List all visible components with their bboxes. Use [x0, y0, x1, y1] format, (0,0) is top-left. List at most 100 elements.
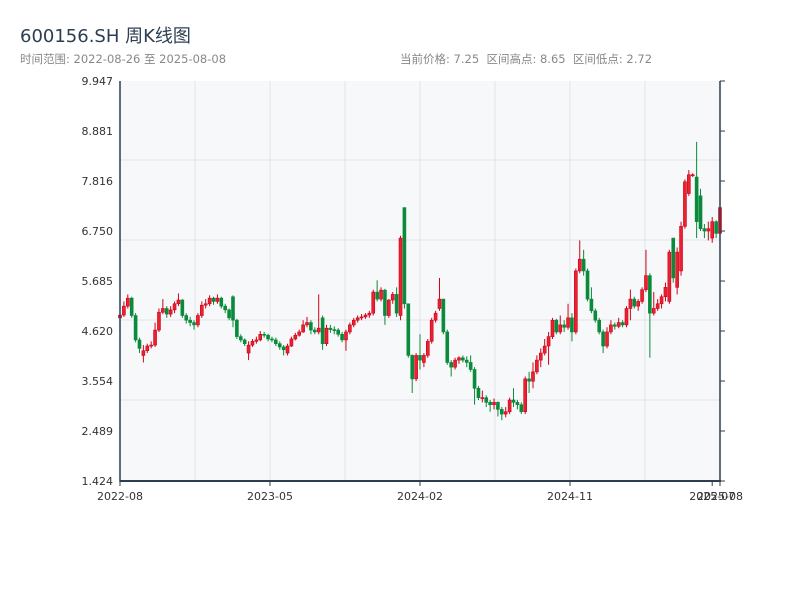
- candle-body: [503, 411, 508, 415]
- candle-body: [425, 341, 430, 356]
- candle-body: [581, 258, 586, 272]
- candle-up: [157, 308, 161, 332]
- candle-up: [371, 289, 376, 316]
- candle-body: [507, 399, 512, 413]
- candle-body: [129, 297, 134, 316]
- candle-body: [429, 319, 434, 342]
- candle-body: [605, 331, 609, 347]
- candle-body: [694, 176, 699, 222]
- candle-body: [476, 387, 481, 398]
- candle-body: [289, 338, 294, 347]
- candle-down: [445, 329, 450, 365]
- candle-body: [172, 303, 177, 311]
- candle-down: [597, 317, 602, 335]
- candle-body: [379, 289, 383, 300]
- candle-body: [496, 402, 500, 410]
- candle-body: [262, 333, 266, 336]
- candle-up: [683, 179, 687, 229]
- candle-body: [153, 329, 157, 346]
- candle-body: [196, 315, 200, 326]
- y-tick-label: 6.750: [82, 225, 114, 238]
- candle-body: [246, 344, 251, 354]
- candle-body: [558, 324, 563, 333]
- candle-body: [231, 296, 235, 321]
- candle-down: [402, 207, 407, 309]
- candle-body: [480, 397, 485, 399]
- candle-body: [219, 297, 224, 307]
- candle-body: [453, 359, 457, 368]
- candle-body: [125, 297, 130, 307]
- candle-down: [133, 313, 138, 343]
- x-tick-label: 2024-02: [397, 490, 443, 503]
- candle-body: [593, 310, 598, 321]
- candle-body: [527, 378, 531, 382]
- candle-body: [371, 291, 376, 314]
- candle-body: [203, 303, 208, 306]
- candle-body: [492, 402, 496, 405]
- candle-body: [445, 331, 450, 363]
- candle-body: [211, 297, 216, 302]
- candle-body: [706, 228, 711, 232]
- candle-body: [698, 195, 703, 229]
- candle-body: [200, 304, 204, 316]
- candle-body: [340, 333, 344, 341]
- candle-body: [332, 329, 337, 331]
- candle-body: [648, 275, 652, 314]
- y-tick-label: 9.947: [82, 75, 114, 88]
- candle-body: [293, 334, 298, 340]
- candle-body: [484, 397, 489, 403]
- candle-body: [577, 258, 582, 272]
- candle-body: [449, 362, 453, 368]
- candle-body: [375, 291, 379, 300]
- y-tick-label: 7.816: [82, 175, 114, 188]
- candle-body: [566, 317, 570, 328]
- candle-up: [387, 299, 391, 318]
- candle-up: [523, 376, 527, 415]
- candle-down: [441, 298, 446, 335]
- candle-up: [667, 249, 672, 304]
- candle-body: [141, 350, 146, 356]
- candle-body: [145, 345, 150, 352]
- candle-body: [542, 345, 547, 354]
- candle-body: [679, 226, 683, 272]
- candle-body: [624, 308, 629, 326]
- candle-up: [414, 353, 418, 382]
- candle-body: [351, 319, 356, 326]
- candle-body: [690, 174, 695, 177]
- candle-body: [274, 339, 278, 344]
- candle-body: [659, 296, 664, 305]
- candle-body: [344, 331, 348, 341]
- candle-body: [301, 324, 305, 333]
- candle-body: [254, 339, 259, 342]
- candle-body: [223, 305, 227, 311]
- candle-body: [655, 303, 660, 309]
- candle-body: [168, 309, 173, 315]
- candle-body: [164, 308, 169, 315]
- candle-body: [651, 308, 656, 314]
- candle-body: [324, 327, 329, 344]
- candle-body: [133, 315, 138, 341]
- candle-down: [235, 318, 239, 339]
- candle-body: [620, 322, 625, 326]
- candle-body: [515, 402, 520, 405]
- candle-body: [464, 359, 469, 363]
- candle-body: [305, 322, 309, 326]
- candle-body: [320, 317, 325, 344]
- candle-body: [367, 312, 372, 316]
- candle-up: [324, 324, 329, 347]
- candle-body: [266, 334, 270, 340]
- candle-body: [235, 319, 239, 337]
- candle-body: [609, 324, 613, 333]
- candle-body: [457, 357, 461, 361]
- candle-body: [710, 221, 715, 239]
- candle-body: [309, 322, 313, 331]
- candle-body: [644, 275, 648, 291]
- candle-body: [613, 324, 617, 327]
- candle-body: [207, 297, 212, 305]
- candle-body: [398, 237, 403, 316]
- candle-body: [238, 336, 243, 341]
- x-tick-label: 2023-05: [247, 490, 293, 503]
- candle-body: [441, 298, 446, 333]
- x-tick-label: 2025-08: [697, 490, 743, 503]
- candle-body: [250, 341, 255, 346]
